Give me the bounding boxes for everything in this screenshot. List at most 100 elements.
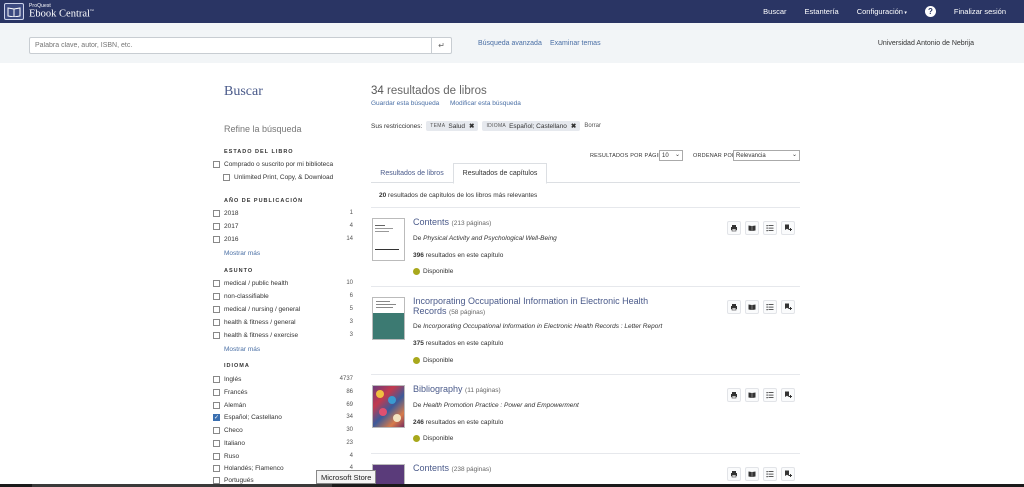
checkbox[interactable] [223, 173, 230, 181]
checkbox[interactable] [213, 292, 220, 300]
checkbox[interactable] [213, 426, 220, 434]
facet-item[interactable]: 2018 1 [213, 208, 353, 218]
read-book-icon[interactable] [745, 388, 759, 402]
result-count: 375 resultados en este capítulo [413, 340, 504, 347]
book-cover[interactable] [372, 218, 405, 261]
facet-item[interactable]: Italiano 23 [213, 438, 353, 448]
checkbox[interactable] [213, 476, 220, 484]
table-of-contents-icon[interactable] [763, 388, 777, 402]
source-book: De Incorporating Occupational Informatio… [413, 323, 663, 330]
print-icon[interactable] [727, 467, 741, 481]
add-to-bookshelf-icon[interactable] [781, 388, 795, 402]
chapter-title[interactable]: Contents (213 páginas) [413, 217, 673, 229]
show-more-subject-link[interactable]: Mostrar más [224, 346, 260, 353]
print-icon[interactable] [727, 300, 741, 314]
results-summary: 20 resultados de capítulos de los libros… [379, 192, 538, 199]
facet-item[interactable]: Unlimited Print, Copy, & Download [223, 172, 353, 182]
facet-item[interactable]: ✓ Español; Castellano 34 [213, 412, 353, 422]
source-book: De Health Promotion Practice : Power and… [413, 402, 579, 409]
facet-item[interactable]: health & fitness / general 3 [213, 317, 353, 327]
per-page-select[interactable]: 10 ⌄ [659, 150, 683, 161]
checkbox[interactable] [213, 464, 220, 472]
checkbox[interactable] [213, 439, 220, 447]
book-cover[interactable] [372, 464, 405, 484]
facet-item[interactable]: non-classifiable 6 [213, 291, 353, 301]
chapter-title[interactable]: Incorporating Occupational Information i… [413, 296, 673, 318]
add-to-bookshelf-icon[interactable] [781, 467, 795, 481]
restrictions-bar: Sus restricciones: TEMA Salud ✖ IDIOMA E… [371, 121, 601, 131]
checkbox[interactable] [213, 375, 220, 383]
book-cover[interactable] [372, 385, 405, 428]
nav-search[interactable]: Buscar [763, 7, 786, 16]
clear-filters-link[interactable]: Borrar [584, 123, 601, 129]
sort-select[interactable]: Relevancia ⌄ [733, 150, 800, 161]
advanced-search-link[interactable]: Búsqueda avanzada [478, 40, 542, 47]
chapter-title[interactable]: Bibliography (11 páginas) [413, 384, 673, 396]
nav-settings[interactable]: Configuración ▾ [857, 7, 907, 16]
checkbox[interactable] [213, 452, 220, 460]
availability: Disponible [413, 435, 453, 442]
chapter-title[interactable]: Contents (238 páginas) [413, 463, 673, 475]
nav-bookshelf[interactable]: Estantería [805, 7, 839, 16]
facet-item[interactable]: Checo 30 [213, 425, 353, 435]
save-search-link[interactable]: Guardar esta búsqueda [371, 100, 439, 107]
checkbox[interactable] [213, 279, 220, 287]
list-item: Contents (238 páginas) [371, 463, 800, 484]
per-page-label: RESULTADOS POR PÁGINA [590, 153, 667, 159]
remove-filter-icon[interactable]: ✖ [571, 122, 576, 130]
checkbox-checked[interactable]: ✓ [213, 413, 220, 421]
help-icon[interactable]: ? [924, 6, 936, 17]
browse-subjects-link[interactable]: Examinar temas [550, 40, 601, 47]
top-bar: ProQuest Ebook Central™ Buscar Estanterí… [0, 0, 1024, 23]
checkbox[interactable] [213, 318, 220, 326]
divider [371, 374, 800, 375]
tooltip: Microsoft Store [316, 470, 377, 484]
checkbox[interactable] [213, 222, 220, 230]
remove-filter-icon[interactable]: ✖ [469, 122, 474, 130]
facet-item[interactable]: Alemán 69 [213, 400, 353, 410]
search-box: ↵ [29, 37, 452, 54]
facet-heading-subject: ASUNTO [224, 268, 254, 274]
facet-item[interactable]: Inglés 4737 [213, 374, 353, 384]
logo-product: Ebook Central™ [29, 7, 94, 19]
print-icon[interactable] [727, 221, 741, 235]
checkbox[interactable] [213, 235, 220, 243]
facet-item[interactable]: 2017 4 [213, 221, 353, 231]
print-icon[interactable] [727, 388, 741, 402]
facet-item[interactable]: medical / public health 10 [213, 278, 353, 288]
facet-item[interactable]: Francés 86 [213, 387, 353, 397]
source-book: De Physical Activity and Psychological W… [413, 235, 557, 242]
read-book-icon[interactable] [745, 221, 759, 235]
nav-logout[interactable]: Finalizar sesión [954, 7, 1006, 16]
checkbox[interactable] [213, 388, 220, 396]
checkbox[interactable] [213, 401, 220, 409]
facet-item[interactable]: 2016 14 [213, 234, 353, 244]
checkbox[interactable] [213, 160, 220, 168]
status-dot-icon [413, 435, 420, 442]
facet-heading-book-status: ESTADO DEL LIBRO [224, 149, 294, 155]
book-cover[interactable] [372, 297, 405, 340]
facet-item[interactable]: Comprado o suscrito por mi biblioteca [213, 159, 353, 169]
checkbox[interactable] [213, 209, 220, 217]
show-more-year-link[interactable]: Mostrar más [224, 250, 260, 257]
modify-search-link[interactable]: Modificar esta búsqueda [450, 100, 521, 107]
read-book-icon[interactable] [745, 467, 759, 481]
search-strip: ↵ Búsqueda avanzada Examinar temas Unive… [0, 23, 1024, 63]
tab-book-results[interactable]: Resultados de libros [371, 163, 453, 183]
checkbox[interactable] [213, 305, 220, 313]
table-of-contents-icon[interactable] [763, 467, 777, 481]
add-to-bookshelf-icon[interactable] [781, 300, 795, 314]
facet-item[interactable]: Ruso 4 [213, 451, 353, 461]
search-input[interactable] [30, 38, 430, 53]
facet-item[interactable]: health & fitness / exercise 3 [213, 330, 353, 340]
checkbox[interactable] [213, 331, 220, 339]
divider [371, 207, 800, 208]
facet-item[interactable]: medical / nursing / general 5 [213, 304, 353, 314]
tab-chapter-results[interactable]: Resultados de capítulos [453, 163, 547, 184]
read-book-icon[interactable] [745, 300, 759, 314]
add-to-bookshelf-icon[interactable] [781, 221, 795, 235]
search-submit-icon[interactable]: ↵ [431, 38, 451, 53]
table-of-contents-icon[interactable] [763, 300, 777, 314]
table-of-contents-icon[interactable] [763, 221, 777, 235]
logo[interactable]: ProQuest Ebook Central™ [0, 0, 94, 23]
